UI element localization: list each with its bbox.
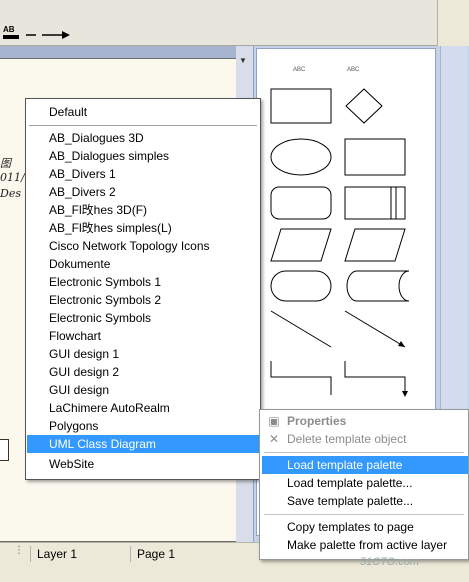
menu-item-load-template-palette-dialog[interactable]: Load template palette... (262, 474, 468, 492)
process-shape[interactable] (344, 138, 406, 176)
toolbar: AB (0, 0, 469, 46)
template-item[interactable]: Polygons (27, 417, 259, 435)
template-item[interactable]: GUI design 2 (27, 363, 259, 381)
ellipse-shape[interactable] (270, 138, 332, 176)
menu-item-delete-template-object[interactable]: ✕ Delete template object (262, 430, 468, 448)
status-grip-icon: ⋮ (14, 545, 24, 556)
page-text-fragment: Des (0, 187, 21, 200)
watermark: 51CTO.com (360, 556, 420, 568)
status-layer: Layer 1 (30, 546, 128, 562)
palette-context-menu: ▣ Properties ✕ Delete template object Lo… (259, 409, 469, 560)
menu-item-make-palette-from-active-layer[interactable]: Make palette from active layer (262, 536, 468, 554)
status-page: Page 1 (130, 546, 250, 562)
template-item[interactable]: AB_Divers 1 (27, 165, 259, 183)
delete-icon: ✕ (268, 432, 280, 446)
diamond-shape[interactable] (345, 88, 383, 124)
template-item[interactable]: AB_Dialogues 3D (27, 129, 259, 147)
menu-item-load-template-palette[interactable]: Load template palette (262, 456, 468, 474)
template-item[interactable]: AB_Fl攺hes simples(L) (27, 219, 259, 237)
data-shape[interactable] (344, 228, 406, 262)
template-item-selected[interactable]: UML Class Diagram (27, 435, 259, 453)
template-item[interactable]: Electronic Symbols (27, 309, 259, 327)
template-item[interactable]: Cisco Network Topology Icons (27, 237, 259, 255)
menu-separator (264, 514, 464, 515)
arrow-line-icon[interactable] (26, 30, 70, 40)
rectangle-shape[interactable] (270, 88, 332, 124)
stored-data-shape[interactable] (346, 270, 410, 302)
elbow-arrow-connector-shape[interactable] (344, 361, 408, 397)
template-item[interactable]: Electronic Symbols 1 (27, 273, 259, 291)
template-list-dropdown[interactable]: Default AB_Dialogues 3D AB_Dialogues sim… (25, 98, 261, 480)
menu-item-copy-templates-to-page[interactable]: Copy templates to page (262, 518, 468, 536)
template-item[interactable]: AB_Dialogues simples (27, 147, 259, 165)
properties-icon: ▣ (268, 414, 280, 428)
parallelogram-shape[interactable] (270, 228, 332, 262)
line-shape[interactable] (270, 310, 332, 348)
predefined-process-shape[interactable] (344, 186, 406, 220)
rounded-rectangle-shape[interactable] (270, 186, 332, 220)
page-shape[interactable] (0, 439, 9, 461)
menu-separator (264, 452, 464, 453)
page-text-fragment: 图 (0, 157, 11, 170)
menu-item-properties[interactable]: ▣ Properties (262, 412, 468, 430)
menu-item-save-template-palette[interactable]: Save template palette... (262, 492, 468, 510)
template-item[interactable]: LaChimere AutoRealm (27, 399, 259, 417)
arrow-line-shape[interactable] (344, 310, 406, 348)
terminator-shape[interactable] (270, 270, 332, 302)
template-item-default[interactable]: Default (27, 103, 259, 121)
template-item[interactable]: GUI design 1 (27, 345, 259, 363)
template-item[interactable]: Flowchart (27, 327, 259, 345)
page-text-fragment: 011/ (0, 171, 25, 184)
template-item[interactable]: Dokumente (27, 255, 259, 273)
text-style-icon[interactable]: AB (3, 26, 21, 42)
template-item[interactable]: WebSite (27, 455, 259, 473)
template-item[interactable]: Electronic Symbols 2 (27, 291, 259, 309)
template-item[interactable]: AB_Divers 2 (27, 183, 259, 201)
scroll-down-icon[interactable]: ▼ (239, 56, 247, 65)
template-item[interactable]: GUI design (27, 381, 259, 399)
window-edge (437, 0, 469, 46)
template-item[interactable]: AB_Fl攺hes 3D(F) (27, 201, 259, 219)
dropdown-separator (29, 125, 257, 126)
text-style-label: AB (3, 25, 15, 34)
elbow-connector-shape[interactable] (270, 361, 332, 395)
